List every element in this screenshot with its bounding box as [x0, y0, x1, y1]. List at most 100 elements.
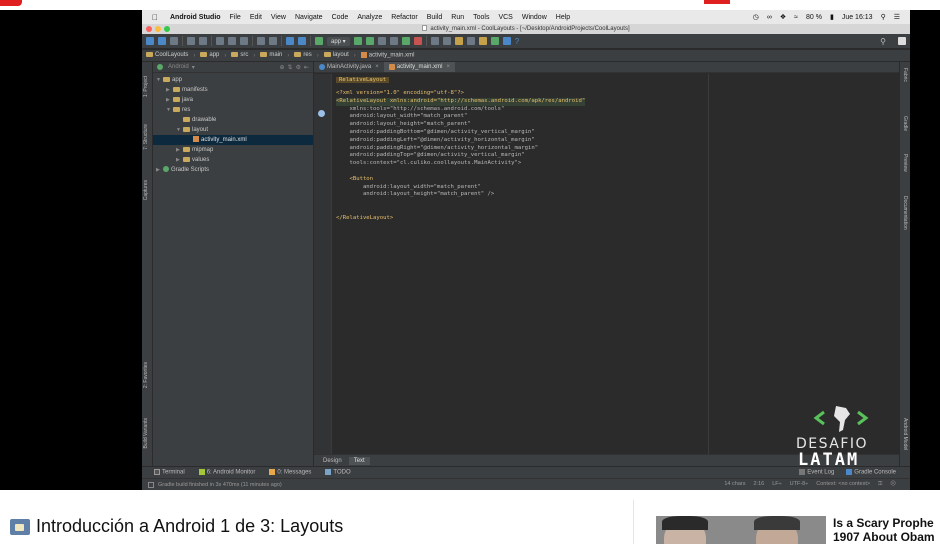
sdk-manager-icon[interactable] — [454, 37, 463, 45]
hide-panel-icon[interactable]: ⇤ — [304, 64, 309, 71]
menu-item-code[interactable]: Code — [332, 14, 349, 21]
undo-icon[interactable] — [187, 37, 195, 45]
project-structure-icon[interactable] — [430, 37, 439, 45]
toggle-tool-windows-icon[interactable] — [148, 481, 154, 488]
context-indicator[interactable]: Context: <no context> — [816, 481, 870, 488]
tool-captures[interactable]: Captures — [143, 180, 149, 200]
menu-item-window[interactable]: Window — [522, 14, 547, 21]
code-line[interactable]: tools:context="cl.culiko.coollayouts.Mai… — [336, 160, 585, 168]
tool-favorites[interactable]: 2: Favorites — [143, 362, 149, 388]
menu-item-help[interactable]: Help — [556, 14, 570, 21]
lock-icon[interactable]: ⚿ — [878, 481, 882, 488]
code-line[interactable]: android:paddingLeft="@dimen/activity_hor… — [336, 137, 585, 145]
close-tab-icon[interactable]: × — [375, 62, 379, 72]
code-line[interactable]: <?xml version="1.0" encoding="utf-8"?> — [336, 90, 585, 98]
close-window-button[interactable] — [146, 26, 152, 32]
help-icon[interactable]: ? — [515, 37, 519, 46]
tool-structure[interactable]: 7: Structure — [143, 124, 149, 150]
battery-text[interactable]: 80 % — [806, 14, 822, 21]
sync-icon[interactable] — [170, 37, 178, 45]
back-icon[interactable] — [286, 37, 294, 45]
tool-gradle[interactable]: Gradle — [902, 116, 908, 131]
dropbox-icon[interactable]: ❖ — [780, 13, 786, 21]
cut-icon[interactable] — [216, 37, 224, 45]
tool-build-variants[interactable]: Build Variants — [143, 418, 149, 448]
minimize-window-button[interactable] — [155, 26, 161, 32]
attach-debugger-icon[interactable] — [377, 37, 386, 45]
code-line[interactable]: android:layout_width="match_parent" — [336, 184, 585, 192]
gradle-sync-icon[interactable] — [490, 37, 499, 45]
android-icon[interactable] — [478, 37, 487, 45]
zoom-window-button[interactable] — [164, 26, 170, 32]
breadcrumb-item[interactable]: app — [200, 52, 219, 59]
messages-tool[interactable]: 0: Messages — [269, 469, 311, 476]
coverage-icon[interactable] — [389, 37, 398, 45]
code-line[interactable] — [336, 199, 585, 207]
debug-icon[interactable] — [365, 37, 374, 45]
open-icon[interactable] — [146, 37, 154, 45]
expanded-arrow-icon[interactable]: ▼ — [176, 125, 183, 135]
paste-icon[interactable] — [240, 37, 248, 45]
clock-icon[interactable]: ◷ — [753, 13, 759, 21]
menu-item-build[interactable]: Build — [427, 14, 443, 21]
menu-item-refactor[interactable]: Refactor — [391, 14, 417, 21]
tool-documentation[interactable]: Documentation — [902, 196, 908, 230]
marketplace-icon[interactable] — [502, 37, 511, 45]
close-tab-icon[interactable]: × — [446, 62, 450, 72]
gradle-console-tool[interactable]: Gradle Console — [846, 469, 896, 476]
apple-icon[interactable]:  — [152, 13, 162, 22]
collapse-icon[interactable]: ⇅ — [288, 64, 293, 71]
expanded-arrow-icon[interactable]: ▼ — [166, 105, 173, 115]
cursor-position[interactable]: 2:16 — [753, 481, 764, 488]
breadcrumb-item[interactable]: CoolLayouts — [146, 52, 188, 59]
clock-text[interactable]: Jue 16:13 — [842, 14, 873, 21]
tab-text[interactable]: Text — [348, 456, 370, 465]
sync-panel-icon[interactable]: ⊕ — [280, 64, 285, 71]
code-line[interactable]: android:layout_height="match_parent" /> — [336, 191, 585, 199]
line-separator[interactable]: LF÷ — [772, 481, 781, 488]
tree-node[interactable]: activity_main.xml — [153, 135, 313, 145]
related-video-thumbnail[interactable] — [656, 516, 826, 544]
terminal-tool[interactable]: Terminal — [154, 469, 185, 476]
xml-breadcrumb-tag[interactable]: RelativeLayout — [336, 77, 390, 83]
layout-preview-icon[interactable] — [318, 110, 325, 117]
tree-node[interactable]: ▶ values — [153, 155, 313, 165]
code-line[interactable]: <RelativeLayout xmlns:android="http://sc… — [336, 97, 586, 106]
tree-node[interactable]: ▶ mipmap — [153, 145, 313, 155]
collapsed-arrow-icon[interactable]: ▶ — [156, 165, 163, 175]
code-line[interactable]: android:paddingTop="@dimen/activity_vert… — [336, 152, 585, 160]
video-player[interactable]:  Android Studio File Edit View Navigate Cod… — [0, 10, 940, 490]
menu-item-run[interactable]: Run — [451, 14, 464, 21]
android-monitor-tool[interactable]: 6: Android Monitor — [198, 469, 255, 476]
tree-node[interactable]: ▼ layout — [153, 125, 313, 135]
file-encoding[interactable]: UTF-8÷ — [790, 481, 809, 488]
breadcrumb-item[interactable]: activity_main.xml — [360, 52, 414, 59]
menu-item-view[interactable]: View — [271, 14, 286, 21]
make-project-icon[interactable] — [315, 37, 323, 45]
code-text[interactable]: <?xml version="1.0" encoding="utf-8"?> <R… — [336, 90, 586, 223]
code-line[interactable]: android:layout_width="match_parent" — [336, 113, 585, 121]
collapsed-arrow-icon[interactable]: ▶ — [166, 95, 173, 105]
collapsed-arrow-icon[interactable]: ▶ — [176, 145, 183, 155]
inspector-icon[interactable]: ☹ — [890, 481, 896, 488]
breadcrumb-item[interactable]: layout — [323, 52, 349, 59]
todo-tool[interactable]: TODO — [325, 469, 351, 476]
forward-icon[interactable] — [298, 37, 306, 45]
tab-activity-main[interactable]: activity_main.xml × — [383, 62, 455, 72]
tree-node[interactable]: ▶ manifests — [153, 85, 313, 95]
tree-node[interactable]: ▶ java — [153, 95, 313, 105]
notification-center-icon[interactable]: ☰ — [894, 13, 900, 21]
menu-item-navigate[interactable]: Navigate — [295, 14, 323, 21]
event-log-tool[interactable]: Event Log — [799, 469, 834, 476]
related-video-title[interactable]: Is a Scary Prophe 1907 About Obam — [833, 516, 940, 544]
code-line[interactable]: </RelativeLayout> — [336, 215, 585, 223]
collapsed-arrow-icon[interactable]: ▶ — [176, 155, 183, 165]
tree-node[interactable]: drawable — [153, 115, 313, 125]
code-line[interactable] — [336, 168, 585, 176]
tool-project[interactable]: 1: Project — [143, 76, 149, 97]
stop-icon[interactable] — [413, 37, 422, 45]
redo-icon[interactable] — [199, 37, 207, 45]
view-dropdown-icon[interactable]: ▾ — [192, 64, 195, 71]
copy-icon[interactable] — [228, 37, 236, 45]
run-icon[interactable] — [353, 37, 362, 45]
